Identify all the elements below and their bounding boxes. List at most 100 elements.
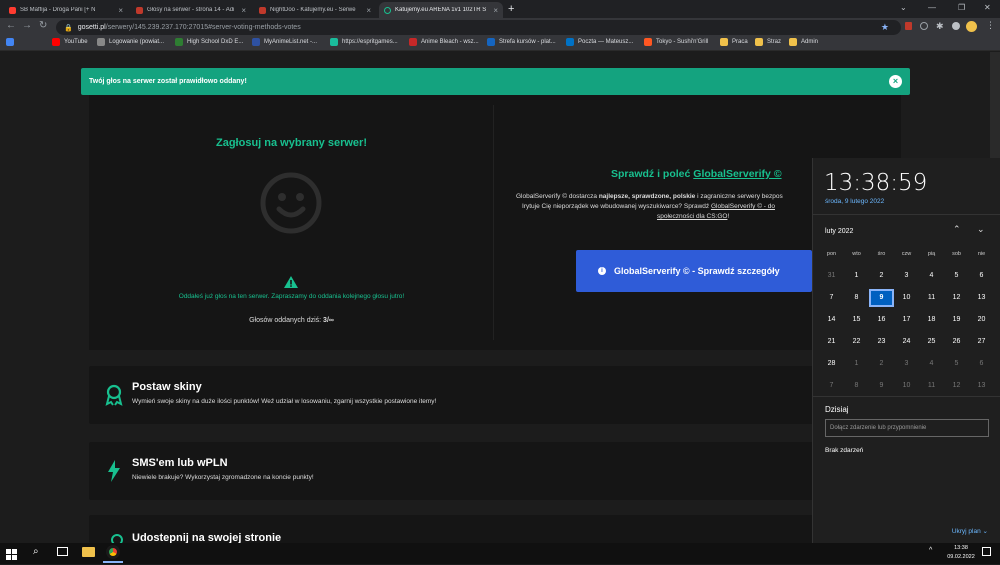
bookmark-star-icon[interactable]: ★ xyxy=(881,22,889,33)
serverify-title-link[interactable]: GlobalServerify © xyxy=(693,168,781,180)
forward-icon[interactable]: → xyxy=(22,20,32,31)
calendar-day[interactable]: 26 xyxy=(944,333,969,351)
calendar-day[interactable]: 4 xyxy=(919,267,944,285)
close-tab-icon[interactable]: × xyxy=(241,6,246,15)
reload-icon[interactable]: ↻ xyxy=(39,20,47,31)
back-icon[interactable]: ← xyxy=(6,20,16,31)
calendar-day[interactable]: 20 xyxy=(969,311,994,329)
calendar-day[interactable]: 23 xyxy=(869,333,894,351)
hide-plan-link[interactable]: Ukryj plan ⌄ xyxy=(952,527,988,535)
calendar-day[interactable]: 16 xyxy=(869,311,894,329)
calendar-day[interactable]: 19 xyxy=(944,311,969,329)
calendar-day[interactable]: 11 xyxy=(919,377,944,395)
bookmark-item[interactable]: High School DxD E... xyxy=(175,38,243,46)
bookmark-item[interactable]: Tokyo - Sushi'n'Grill xyxy=(644,38,708,46)
maximize-icon[interactable]: ❐ xyxy=(958,3,965,12)
card-title: SMS'em lub wPLN xyxy=(132,457,228,469)
calendar-day[interactable]: 8 xyxy=(844,289,869,307)
extension-icon[interactable] xyxy=(920,22,928,30)
close-tab-icon[interactable]: × xyxy=(118,6,123,15)
calendar-day[interactable]: 6 xyxy=(969,355,994,373)
close-tab-icon[interactable]: × xyxy=(366,6,371,15)
close-tab-icon[interactable]: × xyxy=(493,6,498,15)
calendar-day[interactable]: 2 xyxy=(869,267,894,285)
calendar-day[interactable]: 7 xyxy=(819,377,844,395)
browser-tab-active[interactable]: Katujemy.eu ARENA 1v1 102TR S × xyxy=(379,2,503,18)
extension-icon[interactable] xyxy=(905,22,912,30)
serverify-link[interactable]: społeczności dla CS:GO xyxy=(657,213,727,220)
calendar-day[interactable]: 9 xyxy=(869,377,894,395)
windows-start-icon[interactable] xyxy=(6,547,17,565)
window-close-icon[interactable]: ✕ xyxy=(984,3,991,12)
notifications-icon[interactable] xyxy=(982,547,991,556)
bookmark-item[interactable]: YouTube xyxy=(52,38,88,46)
calendar-day[interactable]: 15 xyxy=(844,311,869,329)
task-view-icon[interactable] xyxy=(57,547,68,556)
calendar-day[interactable]: 5 xyxy=(944,355,969,373)
calendar-day[interactable]: 1 xyxy=(844,355,869,373)
apps-bookmark[interactable] xyxy=(6,38,18,46)
media-icon[interactable] xyxy=(952,22,960,30)
calendar-day-today[interactable]: 9 xyxy=(869,289,894,307)
calendar-day[interactable]: 12 xyxy=(944,377,969,395)
chevron-up-icon[interactable]: ⌃ xyxy=(953,224,961,235)
calendar-day[interactable]: 21 xyxy=(819,333,844,351)
clock-date[interactable]: środa, 9 lutego 2022 xyxy=(825,198,884,205)
chevron-down-icon[interactable]: ⌄ xyxy=(977,224,985,235)
calendar-day[interactable]: 25 xyxy=(919,333,944,351)
bookmark-item[interactable]: Logowanie (powiat... xyxy=(97,38,164,46)
extensions-puzzle-icon[interactable]: ✱ xyxy=(936,21,944,32)
serverify-button[interactable]: i GlobalServerify © - Sprawdź szczegóły xyxy=(576,250,812,292)
taskbar-clock[interactable]: 13:38 09.02.2022 xyxy=(946,544,976,562)
bookmark-folder[interactable]: Straz xyxy=(755,38,781,46)
calendar-day[interactable]: 1 xyxy=(844,267,869,285)
calendar-day[interactable]: 10 xyxy=(894,377,919,395)
calendar-day[interactable]: 3 xyxy=(894,355,919,373)
calendar-month[interactable]: luty 2022 xyxy=(825,228,853,235)
serverify-link[interactable]: GlobalServerify © - do xyxy=(711,203,775,210)
calendar-day[interactable]: 3 xyxy=(894,267,919,285)
browser-tab[interactable]: Głosy na serwer - strona 14 - Adi × xyxy=(131,2,251,18)
chevron-up-icon[interactable]: ^ xyxy=(929,547,932,554)
new-tab-icon[interactable]: + xyxy=(508,3,514,15)
calendar-day[interactable]: 13 xyxy=(969,289,994,307)
calendar-day[interactable]: 7 xyxy=(819,289,844,307)
calendar-day[interactable]: 8 xyxy=(844,377,869,395)
search-icon[interactable]: ⌕ xyxy=(33,546,39,557)
bookmark-folder[interactable]: Praca xyxy=(720,38,748,46)
calendar-day[interactable]: 6 xyxy=(969,267,994,285)
tab-search-icon[interactable]: ⌄ xyxy=(900,3,907,12)
calendar-day[interactable]: 18 xyxy=(919,311,944,329)
toast-close-icon[interactable]: × xyxy=(889,75,902,88)
calendar-day[interactable]: 24 xyxy=(894,333,919,351)
profile-avatar[interactable] xyxy=(966,21,977,32)
bookmark-item[interactable]: https://espritgames... xyxy=(330,38,398,46)
bookmark-item[interactable]: Strefa kursów - plat... xyxy=(487,38,556,46)
calendar-day[interactable]: 22 xyxy=(844,333,869,351)
menu-kebab-icon[interactable]: ⋮ xyxy=(986,20,995,31)
calendar-day[interactable]: 10 xyxy=(894,289,919,307)
calendar-day[interactable]: 14 xyxy=(819,311,844,329)
calendar-day[interactable]: 28 xyxy=(819,355,844,373)
file-explorer-icon[interactable] xyxy=(82,547,95,557)
calendar-day[interactable]: 4 xyxy=(919,355,944,373)
address-bar[interactable]: 🔒 gosetti.pl/serwery/145.239.237.170:270… xyxy=(56,20,901,35)
browser-tab[interactable]: NightDoo - Katujemy.eu - Serwe × xyxy=(254,2,376,18)
chrome-icon[interactable] xyxy=(106,545,120,559)
calendar-day[interactable]: 13 xyxy=(969,377,994,395)
calendar-day[interactable]: 12 xyxy=(944,289,969,307)
calendar-day[interactable]: 31 xyxy=(819,267,844,285)
bookmark-item[interactable]: MyAnimeList.net -... xyxy=(252,38,317,46)
calendar-day[interactable]: 11 xyxy=(919,289,944,307)
minimize-icon[interactable]: — xyxy=(928,3,936,12)
bookmark-folder[interactable]: Admin xyxy=(789,38,818,46)
browser-tab[interactable]: SB Maffija - Droga Pani [+ N × xyxy=(4,2,128,18)
event-input[interactable]: Dołącz zdarzenie lub przypomnienie xyxy=(825,419,989,437)
calendar-day[interactable]: 5 xyxy=(944,267,969,285)
bookmark-label: High School DxD E... xyxy=(187,39,244,45)
bookmark-item[interactable]: Anime Bleach - wsz... xyxy=(409,38,479,46)
bookmark-item[interactable]: Poczta — Mateusz... xyxy=(566,38,633,46)
calendar-day[interactable]: 17 xyxy=(894,311,919,329)
calendar-day[interactable]: 27 xyxy=(969,333,994,351)
calendar-day[interactable]: 2 xyxy=(869,355,894,373)
